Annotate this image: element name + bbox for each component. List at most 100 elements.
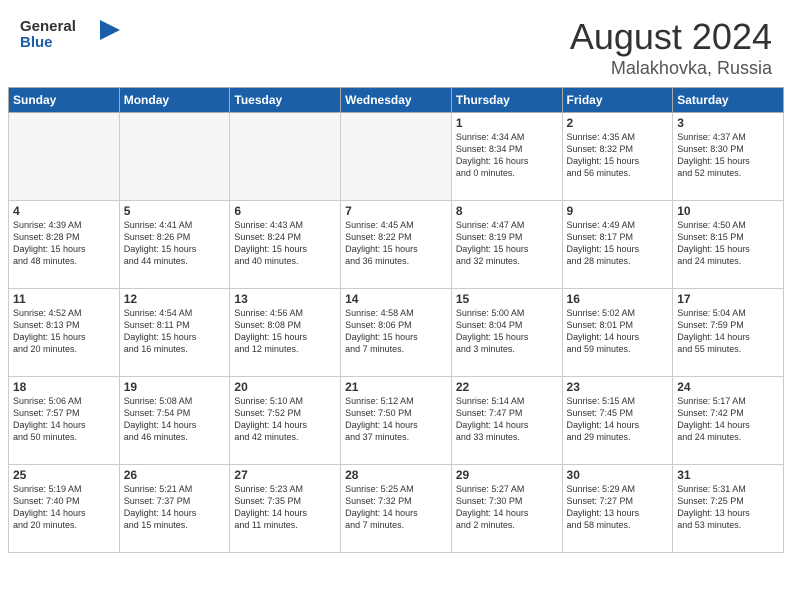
calendar-cell: 18Sunrise: 5:06 AM Sunset: 7:57 PM Dayli… [9, 377, 120, 465]
day-number: 18 [13, 380, 115, 394]
day-number: 27 [234, 468, 336, 482]
calendar-week-row: 25Sunrise: 5:19 AM Sunset: 7:40 PM Dayli… [9, 465, 784, 553]
day-info: Sunrise: 4:52 AM Sunset: 8:13 PM Dayligh… [13, 307, 115, 356]
calendar-cell: 24Sunrise: 5:17 AM Sunset: 7:42 PM Dayli… [673, 377, 784, 465]
month-year: August 2024 [570, 16, 772, 58]
day-number: 7 [345, 204, 447, 218]
calendar-week-row: 1Sunrise: 4:34 AM Sunset: 8:34 PM Daylig… [9, 113, 784, 201]
day-info: Sunrise: 4:56 AM Sunset: 8:08 PM Dayligh… [234, 307, 336, 356]
calendar-cell: 8Sunrise: 4:47 AM Sunset: 8:19 PM Daylig… [451, 201, 562, 289]
day-info: Sunrise: 4:37 AM Sunset: 8:30 PM Dayligh… [677, 131, 779, 180]
day-info: Sunrise: 4:58 AM Sunset: 8:06 PM Dayligh… [345, 307, 447, 356]
day-info: Sunrise: 5:00 AM Sunset: 8:04 PM Dayligh… [456, 307, 558, 356]
day-info: Sunrise: 4:45 AM Sunset: 8:22 PM Dayligh… [345, 219, 447, 268]
calendar-cell [230, 113, 341, 201]
calendar-cell [341, 113, 452, 201]
calendar-table: SundayMondayTuesdayWednesdayThursdayFrid… [8, 87, 784, 553]
day-info: Sunrise: 4:47 AM Sunset: 8:19 PM Dayligh… [456, 219, 558, 268]
calendar-week-row: 4Sunrise: 4:39 AM Sunset: 8:28 PM Daylig… [9, 201, 784, 289]
day-number: 13 [234, 292, 336, 306]
calendar-cell: 31Sunrise: 5:31 AM Sunset: 7:25 PM Dayli… [673, 465, 784, 553]
day-number: 12 [124, 292, 226, 306]
calendar-cell: 29Sunrise: 5:27 AM Sunset: 7:30 PM Dayli… [451, 465, 562, 553]
calendar-cell [119, 113, 230, 201]
day-info: Sunrise: 5:14 AM Sunset: 7:47 PM Dayligh… [456, 395, 558, 444]
calendar-cell: 26Sunrise: 5:21 AM Sunset: 7:37 PM Dayli… [119, 465, 230, 553]
day-info: Sunrise: 4:50 AM Sunset: 8:15 PM Dayligh… [677, 219, 779, 268]
day-number: 15 [456, 292, 558, 306]
day-number: 9 [567, 204, 669, 218]
calendar-cell: 2Sunrise: 4:35 AM Sunset: 8:32 PM Daylig… [562, 113, 673, 201]
day-info: Sunrise: 5:21 AM Sunset: 7:37 PM Dayligh… [124, 483, 226, 532]
day-number: 24 [677, 380, 779, 394]
calendar-cell: 5Sunrise: 4:41 AM Sunset: 8:26 PM Daylig… [119, 201, 230, 289]
day-number: 10 [677, 204, 779, 218]
day-number: 26 [124, 468, 226, 482]
day-number: 6 [234, 204, 336, 218]
day-info: Sunrise: 4:35 AM Sunset: 8:32 PM Dayligh… [567, 131, 669, 180]
calendar-cell: 4Sunrise: 4:39 AM Sunset: 8:28 PM Daylig… [9, 201, 120, 289]
day-info: Sunrise: 5:12 AM Sunset: 7:50 PM Dayligh… [345, 395, 447, 444]
calendar-cell: 23Sunrise: 5:15 AM Sunset: 7:45 PM Dayli… [562, 377, 673, 465]
day-info: Sunrise: 5:23 AM Sunset: 7:35 PM Dayligh… [234, 483, 336, 532]
day-info: Sunrise: 4:49 AM Sunset: 8:17 PM Dayligh… [567, 219, 669, 268]
calendar-week-row: 11Sunrise: 4:52 AM Sunset: 8:13 PM Dayli… [9, 289, 784, 377]
calendar-cell: 22Sunrise: 5:14 AM Sunset: 7:47 PM Dayli… [451, 377, 562, 465]
day-info: Sunrise: 5:17 AM Sunset: 7:42 PM Dayligh… [677, 395, 779, 444]
day-number: 5 [124, 204, 226, 218]
calendar-cell: 14Sunrise: 4:58 AM Sunset: 8:06 PM Dayli… [341, 289, 452, 377]
day-number: 25 [13, 468, 115, 482]
calendar-cell: 9Sunrise: 4:49 AM Sunset: 8:17 PM Daylig… [562, 201, 673, 289]
day-number: 28 [345, 468, 447, 482]
day-info: Sunrise: 5:10 AM Sunset: 7:52 PM Dayligh… [234, 395, 336, 444]
day-number: 30 [567, 468, 669, 482]
day-number: 16 [567, 292, 669, 306]
calendar-wrapper: SundayMondayTuesdayWednesdayThursdayFrid… [0, 87, 792, 561]
day-number: 31 [677, 468, 779, 482]
calendar-cell: 30Sunrise: 5:29 AM Sunset: 7:27 PM Dayli… [562, 465, 673, 553]
logo-icon [76, 16, 120, 54]
day-info: Sunrise: 5:25 AM Sunset: 7:32 PM Dayligh… [345, 483, 447, 532]
logo-blue: Blue [20, 35, 76, 52]
calendar-cell: 28Sunrise: 5:25 AM Sunset: 7:32 PM Dayli… [341, 465, 452, 553]
day-header-friday: Friday [562, 88, 673, 113]
calendar-cell: 7Sunrise: 4:45 AM Sunset: 8:22 PM Daylig… [341, 201, 452, 289]
day-number: 1 [456, 116, 558, 130]
day-number: 19 [124, 380, 226, 394]
calendar-cell: 3Sunrise: 4:37 AM Sunset: 8:30 PM Daylig… [673, 113, 784, 201]
day-info: Sunrise: 4:34 AM Sunset: 8:34 PM Dayligh… [456, 131, 558, 180]
day-number: 20 [234, 380, 336, 394]
day-header-saturday: Saturday [673, 88, 784, 113]
calendar-cell: 16Sunrise: 5:02 AM Sunset: 8:01 PM Dayli… [562, 289, 673, 377]
day-number: 3 [677, 116, 779, 130]
day-info: Sunrise: 5:29 AM Sunset: 7:27 PM Dayligh… [567, 483, 669, 532]
day-header-sunday: Sunday [9, 88, 120, 113]
calendar-cell: 11Sunrise: 4:52 AM Sunset: 8:13 PM Dayli… [9, 289, 120, 377]
day-number: 8 [456, 204, 558, 218]
day-info: Sunrise: 5:31 AM Sunset: 7:25 PM Dayligh… [677, 483, 779, 532]
day-number: 23 [567, 380, 669, 394]
calendar-cell: 19Sunrise: 5:08 AM Sunset: 7:54 PM Dayli… [119, 377, 230, 465]
location: Malakhovka, Russia [570, 58, 772, 79]
day-number: 17 [677, 292, 779, 306]
day-header-thursday: Thursday [451, 88, 562, 113]
day-number: 21 [345, 380, 447, 394]
calendar-cell: 6Sunrise: 4:43 AM Sunset: 8:24 PM Daylig… [230, 201, 341, 289]
calendar-cell [9, 113, 120, 201]
day-info: Sunrise: 4:39 AM Sunset: 8:28 PM Dayligh… [13, 219, 115, 268]
day-number: 11 [13, 292, 115, 306]
calendar-header-row: SundayMondayTuesdayWednesdayThursdayFrid… [9, 88, 784, 113]
day-number: 29 [456, 468, 558, 482]
day-info: Sunrise: 5:02 AM Sunset: 8:01 PM Dayligh… [567, 307, 669, 356]
day-number: 4 [13, 204, 115, 218]
day-number: 2 [567, 116, 669, 130]
calendar-cell: 27Sunrise: 5:23 AM Sunset: 7:35 PM Dayli… [230, 465, 341, 553]
day-info: Sunrise: 5:08 AM Sunset: 7:54 PM Dayligh… [124, 395, 226, 444]
day-header-monday: Monday [119, 88, 230, 113]
calendar-cell: 1Sunrise: 4:34 AM Sunset: 8:34 PM Daylig… [451, 113, 562, 201]
calendar-cell: 12Sunrise: 4:54 AM Sunset: 8:11 PM Dayli… [119, 289, 230, 377]
calendar-cell: 20Sunrise: 5:10 AM Sunset: 7:52 PM Dayli… [230, 377, 341, 465]
page-header: GeneralBlue August 2024 Malakhovka, Russ… [0, 0, 792, 87]
title-block: August 2024 Malakhovka, Russia [570, 16, 772, 79]
calendar-cell: 21Sunrise: 5:12 AM Sunset: 7:50 PM Dayli… [341, 377, 452, 465]
